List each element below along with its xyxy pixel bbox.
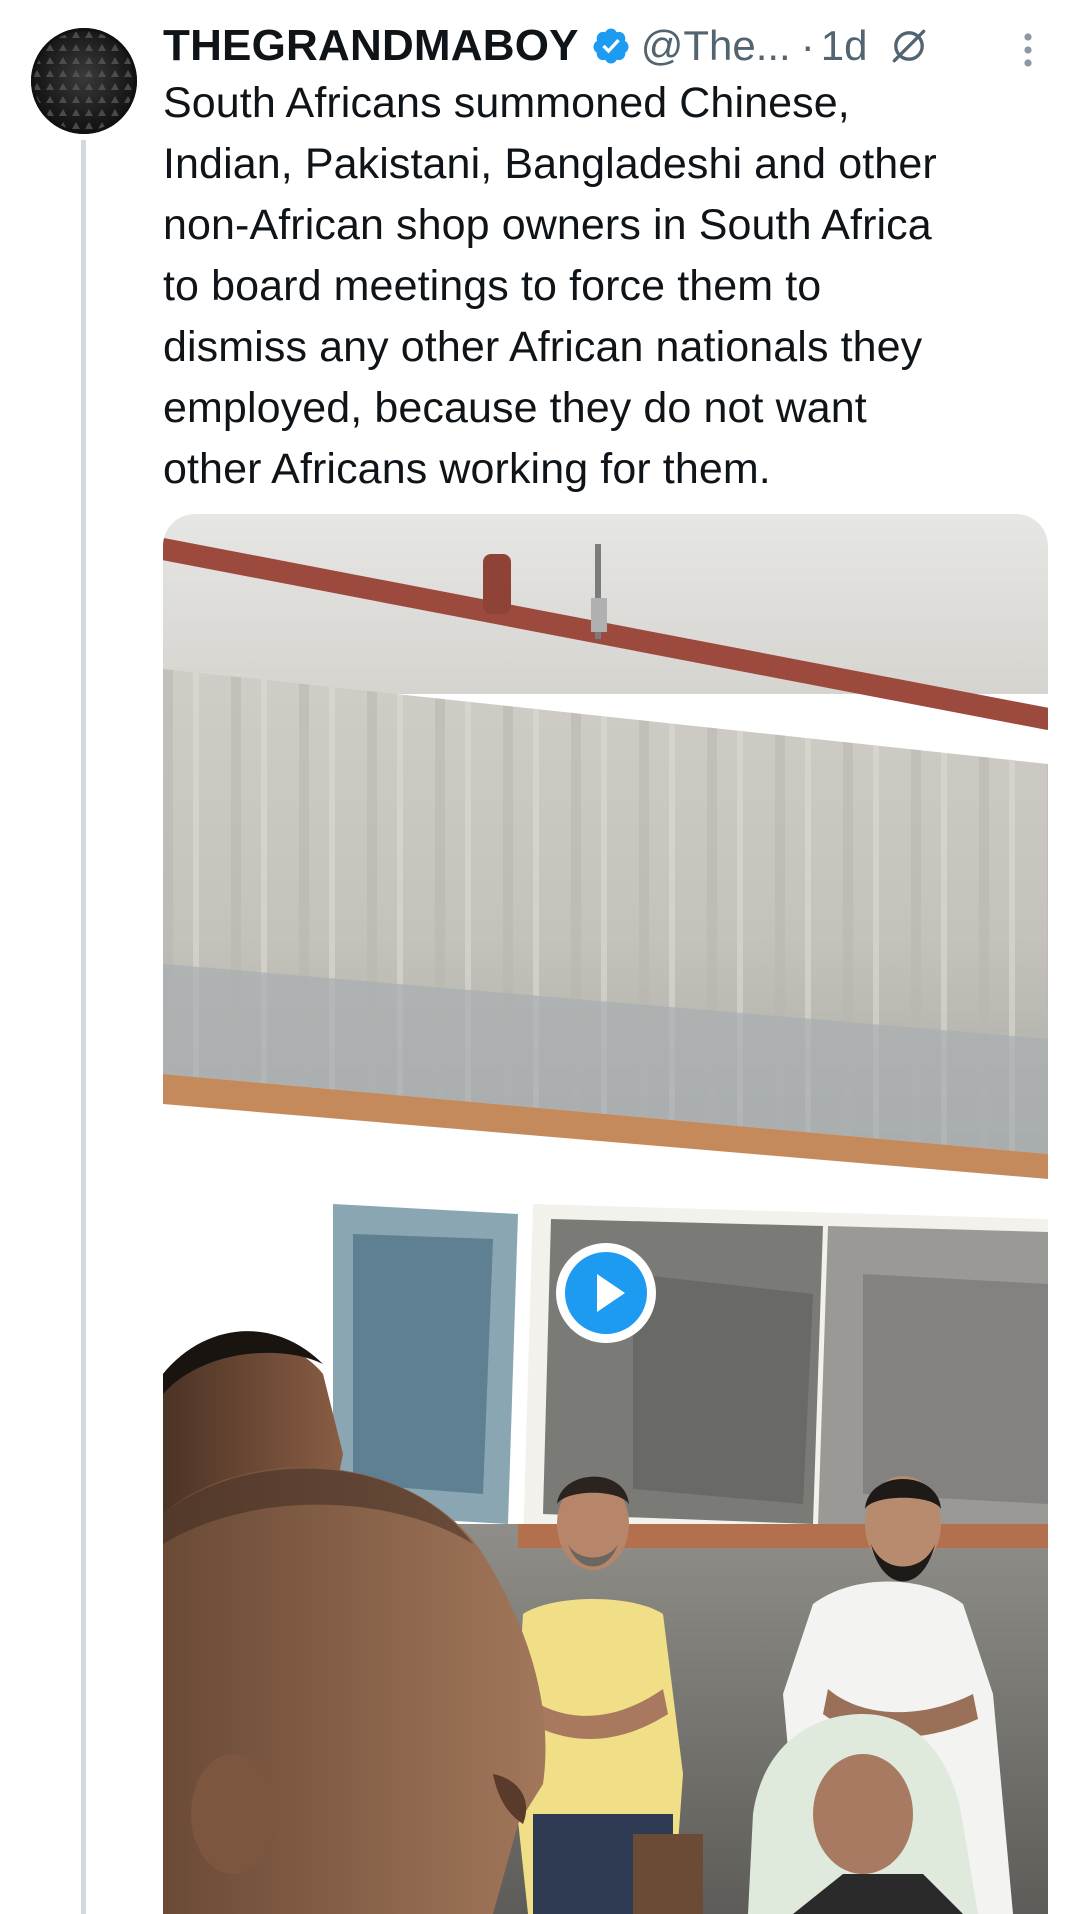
tweet-timestamp[interactable]: 1d [821, 22, 868, 70]
tweet-text: South Africans summoned Chinese, Indian,… [163, 79, 937, 493]
author-handle[interactable]: @The... [641, 22, 791, 70]
more-vertical-icon[interactable] [1010, 28, 1046, 72]
tweet[interactable]: THEGRANDMABOY @The... · 1d South African… [0, 0, 1080, 1914]
verified-badge-icon [593, 28, 629, 64]
meta-separator: · [800, 22, 815, 69]
thread-connector-line [81, 140, 86, 1914]
tweet-video[interactable] [163, 514, 1048, 1914]
author-display-name[interactable]: THEGRANDMABOY [163, 21, 579, 71]
edit-history-icon[interactable] [887, 24, 931, 68]
tweet-header: THEGRANDMABOY @The... · 1d [163, 16, 1053, 76]
author-avatar[interactable] [31, 28, 137, 134]
play-icon[interactable] [553, 1240, 659, 1346]
avatar-image [31, 28, 137, 134]
video-thumbnail [163, 514, 1048, 1914]
